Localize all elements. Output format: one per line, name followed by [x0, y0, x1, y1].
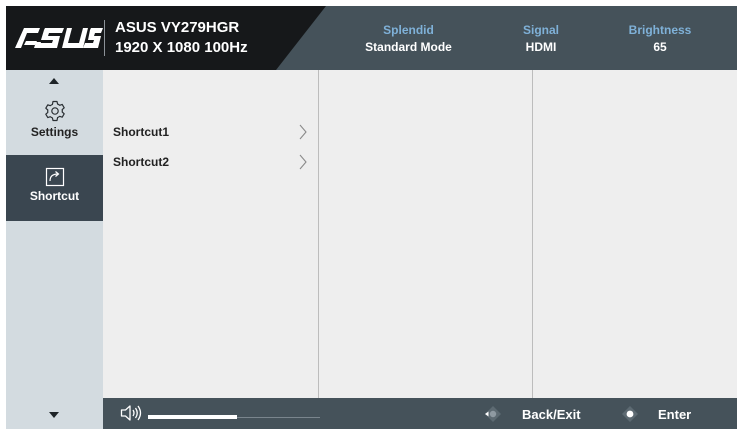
sidebar-item-settings[interactable]: Settings — [6, 99, 103, 155]
status-label: Brightness — [628, 23, 692, 37]
menu-item-shortcut2[interactable]: Shortcut2 — [103, 151, 317, 173]
sidebar-item-label: Shortcut — [29, 189, 80, 203]
menu-column-1: Shortcut1 Shortcut2 — [103, 70, 317, 398]
gear-icon — [44, 100, 65, 122]
footer-bar: Back/Exit Enter — [103, 398, 737, 429]
asus-logo — [15, 28, 103, 48]
volume-level — [148, 415, 237, 419]
model-resolution: 1920 X 1080 100Hz — [115, 39, 248, 56]
status-label: Signal — [522, 23, 559, 37]
chevron-right-icon — [299, 154, 307, 170]
header-bar: ASUS VY279HGR 1920 X 1080 100Hz Splendid… — [6, 6, 737, 70]
sidebar-item-label: Settings — [30, 125, 79, 139]
status-value: 65 — [653, 40, 667, 54]
status-label: Splendid — [383, 23, 434, 37]
status-signal: Signal HDMI — [511, 23, 571, 55]
scroll-up-icon[interactable] — [49, 78, 59, 84]
status-brightness: Brightness 65 — [620, 23, 700, 55]
model-name: ASUS VY279HGR — [115, 19, 240, 36]
status-value: Standard Mode — [365, 40, 452, 54]
menu-item-label: Shortcut2 — [113, 155, 170, 169]
back-exit-label: Back/Exit — [522, 407, 581, 422]
status-value: HDMI — [525, 40, 557, 54]
sidebar: Settings Shortcut — [6, 70, 103, 429]
joystick-left-icon — [485, 406, 501, 422]
monitor-osd: ASUS VY279HGR 1920 X 1080 100Hz Splendid… — [6, 6, 737, 429]
sidebar-item-shortcut[interactable]: Shortcut — [6, 155, 103, 221]
chevron-right-icon — [299, 124, 307, 140]
enter-label: Enter — [658, 407, 692, 422]
scroll-down-icon[interactable] — [49, 412, 59, 418]
shortcut-arrow-icon — [45, 167, 64, 187]
header-divider — [104, 20, 105, 56]
menu-item-shortcut1[interactable]: Shortcut1 — [103, 121, 317, 143]
menu-column-3 — [532, 70, 737, 398]
menu-column-2 — [318, 70, 532, 398]
status-splendid: Splendid Standard Mode — [356, 23, 461, 55]
speaker-icon — [120, 405, 142, 421]
joystick-center-icon — [622, 406, 638, 422]
menu-item-label: Shortcut1 — [113, 125, 170, 139]
